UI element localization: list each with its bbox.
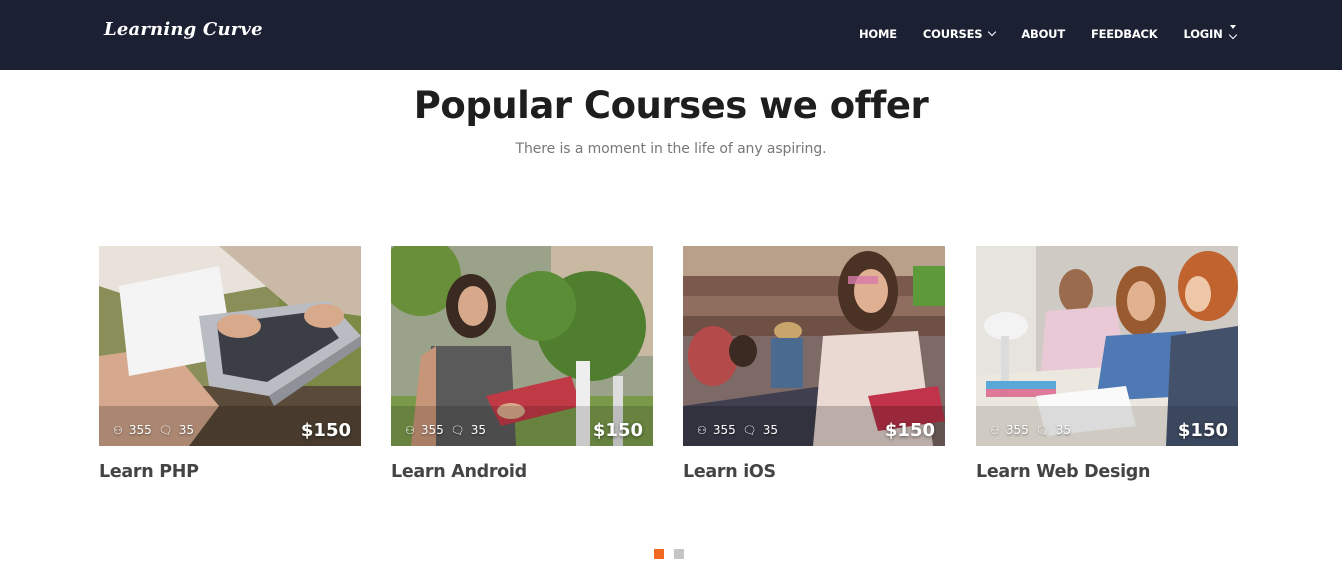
course-meta: ⚇ 355 🗨 35 <box>405 423 493 437</box>
course-title[interactable]: Learn Web Design <box>976 462 1238 482</box>
nav-login[interactable]: LOGIN <box>1183 24 1237 41</box>
students-count: 355 <box>420 423 444 437</box>
users-icon: ⚇ <box>405 423 415 437</box>
nav-home-label: HOME <box>859 27 897 41</box>
course-meta: ⚇ 355 🗨 35 <box>990 423 1078 437</box>
caret-icon <box>1229 24 1236 29</box>
comment-icon: 🗨 <box>450 423 465 437</box>
comments-count: 35 <box>178 423 195 437</box>
users-icon: ⚇ <box>113 423 123 437</box>
course-image[interactable]: ⚇ 355 🗨 35 $150 <box>99 246 361 446</box>
course-image[interactable]: ⚇ 355 🗨 35 $150 <box>976 246 1238 446</box>
comments-count: 35 <box>470 423 487 437</box>
comments-count: 35 <box>1055 423 1072 437</box>
nav-login-label: LOGIN <box>1183 27 1223 41</box>
students-count: 355 <box>712 423 736 437</box>
section-title: Popular Courses we offer <box>413 84 929 127</box>
course-image[interactable]: ⚇ 355 🗨 35 $150 <box>391 246 653 446</box>
nav-courses-label: COURSES <box>922 27 983 41</box>
login-dropdown-icon <box>1228 24 1237 39</box>
carousel-dot-1[interactable] <box>654 549 664 559</box>
carousel-dots <box>654 549 694 559</box>
chevron-down-icon <box>988 27 997 37</box>
nav-courses[interactable]: COURSES <box>922 27 997 41</box>
comments-count: 35 <box>762 423 779 437</box>
course-price: $150 <box>300 420 351 441</box>
students-count: 355 <box>1005 423 1029 437</box>
course-meta: ⚇ 355 🗨 35 <box>113 423 201 437</box>
comment-icon: 🗨 <box>158 423 173 437</box>
course-title[interactable]: Learn iOS <box>683 462 945 482</box>
nav-home[interactable]: HOME <box>859 27 897 41</box>
users-icon: ⚇ <box>697 423 707 437</box>
course-meta: ⚇ 355 🗨 35 <box>697 423 785 437</box>
nav-about[interactable]: ABOUT <box>1021 27 1065 41</box>
section-subtitle: There is a moment in the life of any asp… <box>515 141 827 157</box>
course-title[interactable]: Learn PHP <box>99 462 361 482</box>
carousel-dot-2[interactable] <box>674 549 684 559</box>
nav-feedback-label: FEEDBACK <box>1090 27 1158 41</box>
course-card[interactable]: ⚇ 355 🗨 35 $150 Learn PHP <box>99 246 361 482</box>
comment-icon: 🗨 <box>742 423 757 437</box>
students-count: 355 <box>128 423 152 437</box>
nav-about-label: ABOUT <box>1021 27 1065 41</box>
course-price: $150 <box>592 420 643 441</box>
nav-feedback[interactable]: FEEDBACK <box>1091 27 1158 41</box>
course-image[interactable]: ⚇ 355 🗨 35 $150 <box>683 246 945 446</box>
course-price: $150 <box>884 420 935 441</box>
top-navbar: Learning Curve HOME COURSES ABOUT FEEDBA… <box>0 0 1342 70</box>
course-card[interactable]: ⚇ 355 🗨 35 $150 Learn Android <box>391 246 653 482</box>
course-card[interactable]: ⚇ 355 🗨 35 $150 Learn iOS <box>683 246 945 482</box>
main-nav: HOME COURSES ABOUT FEEDBACK LOGIN <box>859 24 1237 41</box>
comment-icon: 🗨 <box>1035 423 1050 437</box>
course-title[interactable]: Learn Android <box>391 462 653 482</box>
course-price: $150 <box>1177 420 1228 441</box>
brand-logo[interactable]: Learning Curve <box>104 19 263 40</box>
course-card[interactable]: ⚇ 355 🗨 35 $150 Learn Web Design <box>976 246 1238 482</box>
chevron-down-icon <box>1228 30 1237 39</box>
users-icon: ⚇ <box>990 423 1000 437</box>
